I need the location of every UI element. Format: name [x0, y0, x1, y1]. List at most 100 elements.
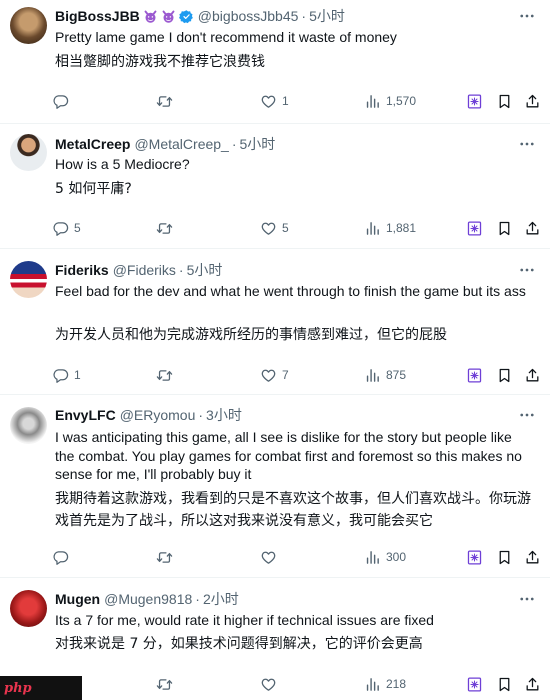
reply-button[interactable] — [52, 547, 74, 567]
grok-button[interactable] — [466, 547, 483, 567]
views-button[interactable]: 1,570 — [364, 91, 416, 111]
like-icon — [260, 549, 277, 566]
reply-button[interactable]: 1 — [52, 365, 81, 385]
more-icon[interactable] — [518, 590, 536, 608]
share-button[interactable] — [524, 365, 541, 385]
author-name[interactable]: Fideriks — [55, 262, 109, 278]
share-icon — [524, 93, 541, 110]
like-button[interactable]: 5 — [260, 218, 289, 238]
like-count: 1 — [282, 94, 289, 108]
separator: · — [178, 262, 184, 278]
author-handle[interactable]: @ERyomou — [120, 407, 196, 423]
tweet[interactable]: BigBossJBB @bigbossJbb45 · 5小时 Pretty la… — [0, 0, 550, 124]
like-count: 7 — [282, 368, 289, 382]
timestamp[interactable]: 3小时 — [206, 405, 242, 425]
views-button[interactable]: 875 — [364, 365, 406, 385]
timestamp[interactable]: 2小时 — [203, 589, 239, 609]
share-button[interactable] — [524, 91, 541, 111]
retweet-icon — [156, 367, 173, 384]
like-button[interactable] — [260, 547, 282, 567]
avatar[interactable] — [10, 407, 47, 444]
author-name[interactable]: EnvyLFC — [55, 407, 116, 423]
views-icon — [364, 549, 381, 566]
watermark: php — [0, 676, 82, 700]
avatar[interactable] — [10, 261, 47, 298]
timestamp[interactable]: 5小时 — [240, 134, 276, 154]
views-button[interactable]: 300 — [364, 547, 406, 567]
bookmark-button[interactable] — [496, 91, 513, 111]
reply-button[interactable]: 5 — [52, 218, 81, 238]
author-name[interactable]: BigBossJBB — [55, 8, 140, 24]
bookmark-button[interactable] — [496, 547, 513, 567]
grok-icon — [466, 676, 483, 693]
bookmark-button[interactable] — [496, 218, 513, 238]
bookmark-button[interactable] — [496, 674, 513, 694]
author-name[interactable]: Mugen — [55, 591, 100, 607]
timestamp[interactable]: 5小时 — [187, 260, 223, 280]
author-name[interactable]: MetalCreep — [55, 136, 130, 152]
avatar[interactable] — [10, 134, 47, 171]
tweet-translation: 对我来说是 7 分，如果技术问题得到解决，它的评价会更高 — [55, 636, 423, 652]
like-button[interactable] — [260, 674, 282, 694]
share-button[interactable] — [524, 674, 541, 694]
author-handle[interactable]: @Mugen9818 — [104, 591, 192, 607]
timestamp[interactable]: 5小时 — [309, 6, 345, 26]
reply-icon — [52, 220, 69, 237]
like-button[interactable]: 1 — [260, 91, 289, 111]
reply-count: 1 — [74, 368, 81, 382]
views-button[interactable]: 1,881 — [364, 218, 416, 238]
tweet-translation: 相当蹩脚的游戏我不推荐它浪费钱 — [55, 54, 265, 70]
grok-button[interactable] — [466, 218, 483, 238]
like-icon — [260, 220, 277, 237]
like-button[interactable]: 7 — [260, 365, 289, 385]
reply-button[interactable] — [52, 91, 74, 111]
tweet-translation: 我期待着这款游戏，我看到的只是不喜欢这个故事，但人们喜欢战斗。你玩游戏首先是为了… — [55, 491, 531, 529]
bookmark-icon — [496, 220, 513, 237]
devil-emoji-icon — [162, 10, 175, 23]
avatar[interactable] — [10, 7, 47, 44]
author-handle[interactable]: @MetalCreep_ — [134, 136, 228, 152]
reply-icon — [52, 549, 69, 566]
more-icon[interactable] — [518, 261, 536, 279]
more-icon[interactable] — [518, 135, 536, 153]
retweet-button[interactable] — [156, 91, 173, 111]
separator: · — [231, 136, 237, 152]
tweet[interactable]: Mugen @Mugen9818 · 2小时 Its a 7 for me, w… — [0, 578, 550, 700]
author-handle[interactable]: @bigbossJbb45 — [198, 8, 299, 24]
retweet-button[interactable] — [156, 674, 173, 694]
more-icon[interactable] — [518, 7, 536, 25]
author-handle[interactable]: @Fideriks — [113, 262, 176, 278]
grok-icon — [466, 220, 483, 237]
retweet-icon — [156, 549, 173, 566]
retweet-button[interactable] — [156, 218, 173, 238]
grok-button[interactable] — [466, 674, 483, 694]
share-button[interactable] — [524, 218, 541, 238]
like-count: 5 — [282, 221, 289, 235]
retweet-button[interactable] — [156, 365, 173, 385]
retweet-icon — [156, 676, 173, 693]
grok-icon — [466, 367, 483, 384]
share-button[interactable] — [524, 547, 541, 567]
tweet[interactable]: MetalCreep @MetalCreep_ · 5小时 How is a 5… — [0, 124, 550, 249]
tweet-translation: 5 如何平庸? — [55, 181, 132, 197]
devil-emoji-icon — [144, 10, 157, 23]
reply-icon — [52, 367, 69, 384]
retweet-button[interactable] — [156, 547, 173, 567]
retweet-icon — [156, 93, 173, 110]
tweet[interactable]: Fideriks @Fideriks · 5小时 Feel bad for th… — [0, 249, 550, 395]
bookmark-icon — [496, 549, 513, 566]
views-button[interactable]: 218 — [364, 674, 406, 694]
views-icon — [364, 220, 381, 237]
share-icon — [524, 367, 541, 384]
bookmark-button[interactable] — [496, 365, 513, 385]
tweet-text: Its a 7 for me, would rate it higher if … — [55, 612, 434, 628]
tweet[interactable]: EnvyLFC @ERyomou · 3小时 I was anticipatin… — [0, 395, 550, 578]
more-icon[interactable] — [518, 406, 536, 424]
grok-button[interactable] — [466, 365, 483, 385]
grok-button[interactable] — [466, 91, 483, 111]
avatar[interactable] — [10, 590, 47, 627]
view-count: 1,570 — [386, 94, 417, 108]
bookmark-icon — [496, 367, 513, 384]
tweet-text: I was anticipating this game, all I see … — [55, 429, 522, 482]
tweet-text: Pretty lame game I don't recommend it wa… — [55, 29, 397, 45]
